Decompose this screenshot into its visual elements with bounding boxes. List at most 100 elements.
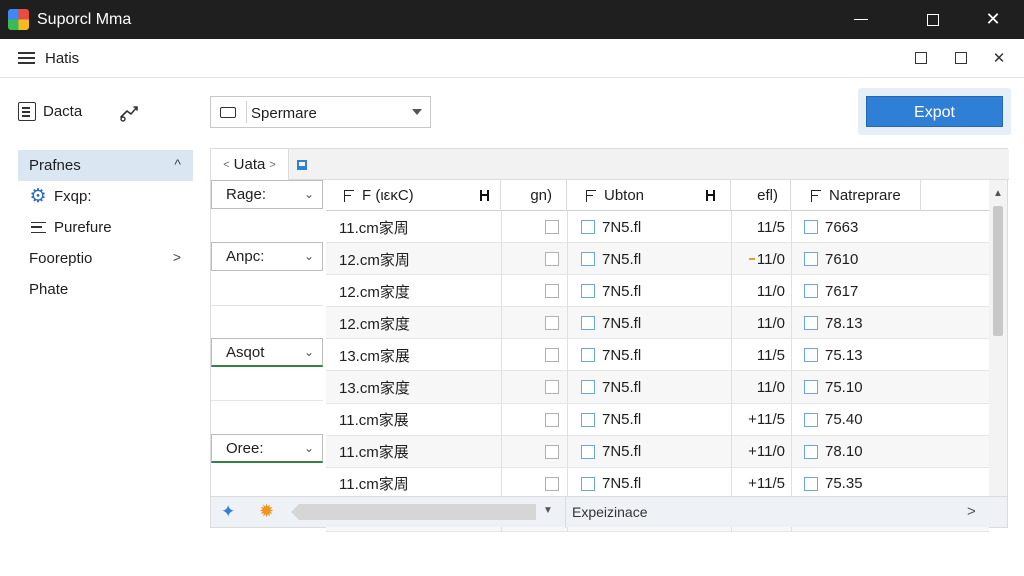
row-checkbox[interactable] — [545, 211, 559, 243]
pointer-hand-icon[interactable] — [118, 101, 142, 123]
table-row[interactable]: 13.cm家展 7N5.fl 11/5 75.13 — [326, 339, 989, 372]
row-select-checkbox[interactable] — [581, 211, 595, 243]
view-select[interactable]: Spermare — [210, 96, 431, 128]
row-flag-checkbox[interactable] — [804, 275, 818, 307]
row-flag-checkbox[interactable] — [804, 371, 818, 403]
cell-name: 12.cm家周 — [339, 251, 410, 269]
sun-icon[interactable]: ✹ — [259, 501, 274, 522]
row-checkbox[interactable] — [545, 307, 559, 339]
row-flag-checkbox[interactable] — [804, 468, 818, 500]
tab-next-icon[interactable]: > — [269, 159, 275, 171]
cell-ratio: +11/0 — [731, 436, 785, 468]
row-select-checkbox[interactable] — [581, 243, 595, 275]
cell-name: 11.cm家周 — [339, 476, 409, 494]
table-row[interactable]: 11.cm家周 7N5.fl 11/5 7663 — [326, 211, 989, 244]
divider — [791, 467, 792, 500]
row-flag-checkbox[interactable] — [804, 243, 818, 275]
divider — [791, 371, 792, 404]
maximize-button[interactable] — [910, 0, 956, 39]
horizontal-scrollbar[interactable] — [291, 504, 536, 520]
row-checkbox[interactable] — [545, 468, 559, 500]
row-select-checkbox[interactable] — [581, 275, 595, 307]
chevron-up-icon[interactable]: ^ — [174, 156, 181, 172]
square-icon — [915, 52, 927, 64]
cell-ratio: 11/0 — [731, 243, 785, 275]
divider — [567, 371, 568, 404]
table-row[interactable]: 12.cm家度 7N5.fl 11/0 7617 — [326, 275, 989, 308]
column-resize-icon[interactable] — [480, 180, 489, 211]
table-row[interactable]: 12.cm家周 7N5.fl 11/0 7610 — [326, 243, 989, 276]
chevron-right-icon[interactable]: > — [173, 249, 181, 265]
vertical-scrollbar[interactable]: ▲ ▼ — [989, 180, 1007, 527]
row-checkbox[interactable] — [545, 371, 559, 403]
row-checkbox[interactable] — [545, 404, 559, 436]
panel-close-button[interactable]: ✕ — [990, 49, 1008, 67]
document-icon — [18, 102, 36, 121]
filter-dropdown-anpc[interactable]: Anpc: ⌄ — [211, 242, 323, 271]
column-resize-icon[interactable] — [706, 180, 715, 211]
close-button[interactable]: ✕ — [970, 0, 1016, 39]
divider — [565, 497, 566, 528]
row-select-checkbox[interactable] — [581, 468, 595, 500]
filter-dropdown-rage[interactable]: Rage: ⌄ — [211, 180, 323, 209]
cell-code: 7N5.fl — [602, 411, 642, 429]
minimize-button[interactable] — [838, 0, 884, 39]
chevron-right-icon[interactable]: > — [967, 503, 976, 520]
panel-maximize-button[interactable] — [952, 49, 970, 67]
divider — [567, 467, 568, 500]
export-button[interactable]: Expot — [866, 96, 1003, 127]
cell-value: 75.10 — [825, 378, 863, 396]
sidebar: Prafnes ^ ⚙ Fxqp: Purefure Fooreptio > P… — [18, 150, 193, 305]
row-select-checkbox[interactable] — [581, 339, 595, 371]
bookmark-icon[interactable] — [297, 160, 307, 170]
filter-icon — [344, 189, 354, 202]
divider — [791, 307, 792, 340]
divider — [501, 243, 502, 276]
sidebar-item-fooreptio[interactable]: Fooreptio > — [18, 243, 193, 274]
scrollbar-thumb[interactable] — [993, 206, 1003, 336]
row-flag-checkbox[interactable] — [804, 211, 818, 243]
row-checkbox[interactable] — [545, 436, 559, 468]
row-select-checkbox[interactable] — [581, 371, 595, 403]
chevron-down-icon[interactable]: ▼ — [543, 505, 553, 516]
row-select-checkbox[interactable] — [581, 436, 595, 468]
row-flag-checkbox[interactable] — [804, 404, 818, 436]
cell-value: 7610 — [825, 250, 859, 268]
column-header-1-content: F (ιεκC) — [344, 180, 414, 211]
table-row[interactable]: 12.cm家度 7N5.fl 11/0 78.13 — [326, 307, 989, 340]
filter-label: Oree: — [226, 440, 264, 457]
row-checkbox[interactable] — [545, 243, 559, 275]
column-header-4[interactable]: efl) — [731, 180, 791, 211]
sidebar-item-prafnes[interactable]: Prafnes ^ — [18, 150, 193, 181]
row-flag-checkbox[interactable] — [804, 339, 818, 371]
sidebar-item-label: Fooreptio — [29, 250, 93, 267]
filter-label: Asqot — [226, 344, 265, 361]
divider — [501, 403, 502, 436]
filter-dropdown-asqot[interactable]: Asqot ⌄ — [211, 338, 323, 367]
column-header-2[interactable]: gn) — [501, 180, 567, 211]
sparkle-icon[interactable]: ✦ — [221, 502, 235, 522]
hamburger-menu-icon[interactable] — [18, 52, 35, 64]
row-flag-checkbox[interactable] — [804, 307, 818, 339]
panel-minimize-button[interactable] — [912, 49, 930, 67]
tab-prev-icon[interactable]: < — [223, 159, 229, 171]
row-checkbox[interactable] — [545, 339, 559, 371]
sidebar-item-purefure[interactable]: Purefure — [18, 212, 193, 243]
scroll-up-icon[interactable]: ▲ — [993, 188, 1003, 199]
column-header-5[interactable]: Natreprare — [791, 180, 921, 211]
filter-dropdown-oree[interactable]: Oree: ⌄ — [211, 434, 323, 463]
sidebar-item-label: Prafnes — [29, 157, 81, 174]
row-checkbox[interactable] — [545, 275, 559, 307]
table-row[interactable]: 11.cm家展 7N5.fl +11/5 75.40 — [326, 403, 989, 436]
table-row[interactable]: 13.cm家度 7N5.fl 11/0 75.10 — [326, 371, 989, 404]
sidebar-item-fxqp[interactable]: ⚙ Fxqp: — [18, 181, 193, 212]
table-row[interactable]: 11.cm家展 7N5.fl +11/0 78.10 — [326, 435, 989, 468]
row-select-checkbox[interactable] — [581, 307, 595, 339]
sidebar-item-phate[interactable]: Phate — [18, 274, 193, 305]
divider — [567, 243, 568, 276]
row-flag-checkbox[interactable] — [804, 436, 818, 468]
row-select-checkbox[interactable] — [581, 404, 595, 436]
cell-ratio-text: 11/0 — [756, 314, 785, 332]
cell-name: 12.cm家度 — [339, 283, 410, 301]
tab-uata[interactable]: < Uata > — [211, 149, 289, 180]
